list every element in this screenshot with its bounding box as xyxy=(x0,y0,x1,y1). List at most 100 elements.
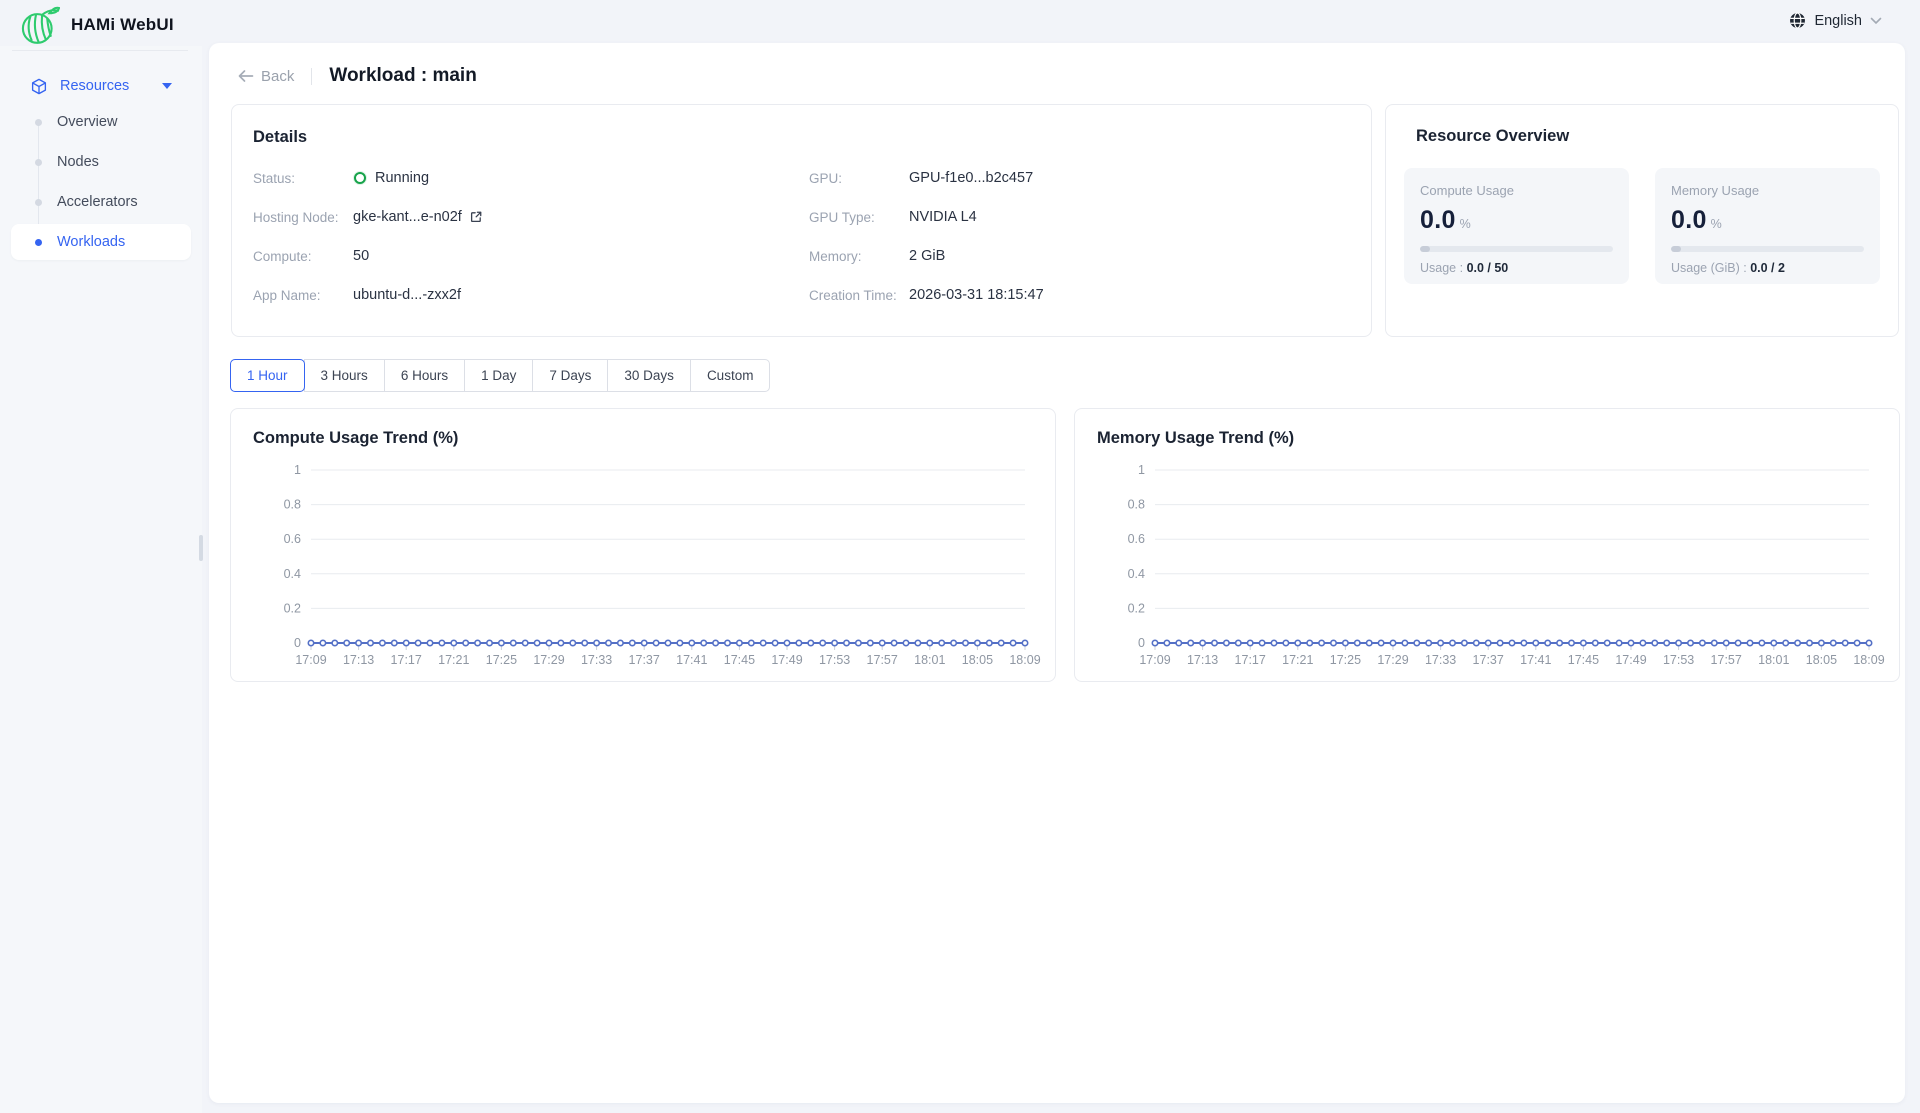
svg-text:0.8: 0.8 xyxy=(284,498,301,512)
field-hosting-node: Hosting Node: gke-kant...e-n02f xyxy=(253,205,809,229)
compute-usage-caption-label: Usage : xyxy=(1420,261,1467,275)
svg-text:17:37: 17:37 xyxy=(629,653,660,667)
svg-text:0.4: 0.4 xyxy=(284,567,301,581)
compute-value: 50 xyxy=(353,248,369,264)
svg-text:17:45: 17:45 xyxy=(724,653,755,667)
sidebar-item-accelerators[interactable]: Accelerators xyxy=(0,182,202,222)
field-label: Creation Time: xyxy=(809,288,909,303)
sidebar-submenu: Overview Nodes Accelerators Workloads xyxy=(0,102,202,262)
svg-text:17:21: 17:21 xyxy=(1282,653,1313,667)
svg-text:18:09: 18:09 xyxy=(1853,653,1884,667)
menu-dot-icon xyxy=(35,199,42,206)
globe-icon xyxy=(1789,12,1806,29)
svg-text:17:53: 17:53 xyxy=(1663,653,1694,667)
svg-text:17:17: 17:17 xyxy=(1235,653,1266,667)
svg-text:0.8: 0.8 xyxy=(1128,498,1145,512)
menu-dot-icon xyxy=(35,239,42,246)
page-title: Workload : main xyxy=(329,65,476,87)
page-header: Back Workload : main xyxy=(237,59,477,93)
svg-text:17:33: 17:33 xyxy=(581,653,612,667)
svg-text:18:01: 18:01 xyxy=(914,653,945,667)
compute-usage-progressbar xyxy=(1420,246,1613,252)
sidebar-item-overview[interactable]: Overview xyxy=(0,102,202,142)
details-right-column: GPU: GPU-f1e0...b2c457 GPU Type: NVIDIA … xyxy=(809,166,1350,322)
field-status: Status: Running xyxy=(253,166,809,190)
time-range-group: 1 Hour 3 Hours 6 Hours 1 Day 7 Days 30 D… xyxy=(230,359,770,392)
field-label: Status: xyxy=(253,171,353,186)
svg-text:17:13: 17:13 xyxy=(343,653,374,667)
svg-text:17:33: 17:33 xyxy=(1425,653,1456,667)
svg-text:17:49: 17:49 xyxy=(771,653,802,667)
menu-dot-icon xyxy=(35,119,42,126)
svg-text:1: 1 xyxy=(1138,463,1145,477)
svg-text:0.2: 0.2 xyxy=(284,601,301,615)
sidebar-nodes-label: Nodes xyxy=(57,154,99,170)
svg-text:17:09: 17:09 xyxy=(1139,653,1170,667)
brand: HAMi WebUI xyxy=(18,5,174,45)
svg-text:0.6: 0.6 xyxy=(284,532,301,546)
time-range-1-hour[interactable]: 1 Hour xyxy=(230,359,305,392)
svg-text:18:05: 18:05 xyxy=(962,653,993,667)
main-panel: Back Workload : main Details Status: Run… xyxy=(209,43,1905,1103)
time-range-1-day[interactable]: 1 Day xyxy=(464,359,533,392)
svg-text:18:05: 18:05 xyxy=(1806,653,1837,667)
compute-trend-card: Compute Usage Trend (%) 00.20.40.60.8117… xyxy=(230,408,1056,682)
hosting-node-link[interactable]: gke-kant...e-n02f xyxy=(353,209,483,225)
resource-overview-boxes: Compute Usage 0.0 % Usage : 0.0 / 50 Mem… xyxy=(1404,168,1880,284)
compute-usage-progress-fill xyxy=(1420,246,1430,252)
back-label: Back xyxy=(261,68,294,85)
svg-text:17:45: 17:45 xyxy=(1568,653,1599,667)
sidebar-resize-handle[interactable] xyxy=(199,535,203,561)
status-value: Running xyxy=(353,170,429,186)
compute-usage-box: Compute Usage 0.0 % Usage : 0.0 / 50 xyxy=(1404,168,1629,284)
field-gpu-type: GPU Type: NVIDIA L4 xyxy=(809,205,1350,229)
sidebar-item-workloads[interactable]: Workloads xyxy=(11,224,191,260)
compute-usage-caption: Usage : 0.0 / 50 xyxy=(1420,261,1613,275)
app-name-value: ubuntu-d...-zxx2f xyxy=(353,287,461,303)
svg-text:17:57: 17:57 xyxy=(1711,653,1742,667)
memory-usage-progress-fill xyxy=(1671,246,1681,252)
status-running-icon xyxy=(353,171,367,185)
svg-text:17:17: 17:17 xyxy=(391,653,422,667)
memory-usage-caption-label: Usage (GiB) : xyxy=(1671,261,1750,275)
time-range-custom[interactable]: Custom xyxy=(690,359,771,392)
back-arrow-icon xyxy=(237,68,254,84)
svg-text:17:49: 17:49 xyxy=(1615,653,1646,667)
header-separator xyxy=(311,68,312,85)
menu-dot-icon xyxy=(35,159,42,166)
compute-usage-unit: % xyxy=(1460,217,1471,231)
memory-usage-caption: Usage (GiB) : 0.0 / 2 xyxy=(1671,261,1864,275)
compute-usage-caption-value: 0.0 / 50 xyxy=(1467,261,1509,275)
time-range-3-hours[interactable]: 3 Hours xyxy=(304,359,385,392)
language-selector[interactable]: English xyxy=(1789,12,1882,29)
svg-text:17:37: 17:37 xyxy=(1473,653,1504,667)
time-range-6-hours[interactable]: 6 Hours xyxy=(384,359,465,392)
field-label: Memory: xyxy=(809,249,909,264)
top-bar: HAMi WebUI English xyxy=(0,0,1920,46)
time-range-7-days[interactable]: 7 Days xyxy=(532,359,608,392)
sidebar-accelerators-label: Accelerators xyxy=(57,194,138,210)
svg-text:17:53: 17:53 xyxy=(819,653,850,667)
field-gpu: GPU: GPU-f1e0...b2c457 xyxy=(809,166,1350,190)
svg-text:0: 0 xyxy=(1138,636,1145,650)
field-label: Hosting Node: xyxy=(253,210,353,225)
svg-text:18:01: 18:01 xyxy=(1758,653,1789,667)
svg-text:17:09: 17:09 xyxy=(295,653,326,667)
hami-logo-icon xyxy=(18,5,60,45)
sidebar-item-resources[interactable]: Resources xyxy=(0,68,202,104)
back-button[interactable]: Back xyxy=(237,68,294,85)
field-label: GPU: xyxy=(809,171,909,186)
memory-trend-chart: 00.20.40.60.8117:0917:1317:1717:2117:251… xyxy=(1075,459,1899,679)
memory-usage-box: Memory Usage 0.0 % Usage (GiB) : 0.0 / 2 xyxy=(1655,168,1880,284)
chevron-down-icon xyxy=(1870,17,1882,25)
details-card: Details Status: Running Hosting Node: gk… xyxy=(231,104,1372,337)
memory-trend-card: Memory Usage Trend (%) 00.20.40.60.8117:… xyxy=(1074,408,1900,682)
compute-usage-label: Compute Usage xyxy=(1420,183,1613,198)
field-memory: Memory: 2 GiB xyxy=(809,244,1350,268)
details-left-column: Status: Running Hosting Node: gke-kant..… xyxy=(253,166,809,322)
time-range-30-days[interactable]: 30 Days xyxy=(607,359,691,392)
field-label: App Name: xyxy=(253,288,353,303)
sidebar-item-nodes[interactable]: Nodes xyxy=(0,142,202,182)
svg-text:17:41: 17:41 xyxy=(1520,653,1551,667)
svg-text:17:29: 17:29 xyxy=(533,653,564,667)
